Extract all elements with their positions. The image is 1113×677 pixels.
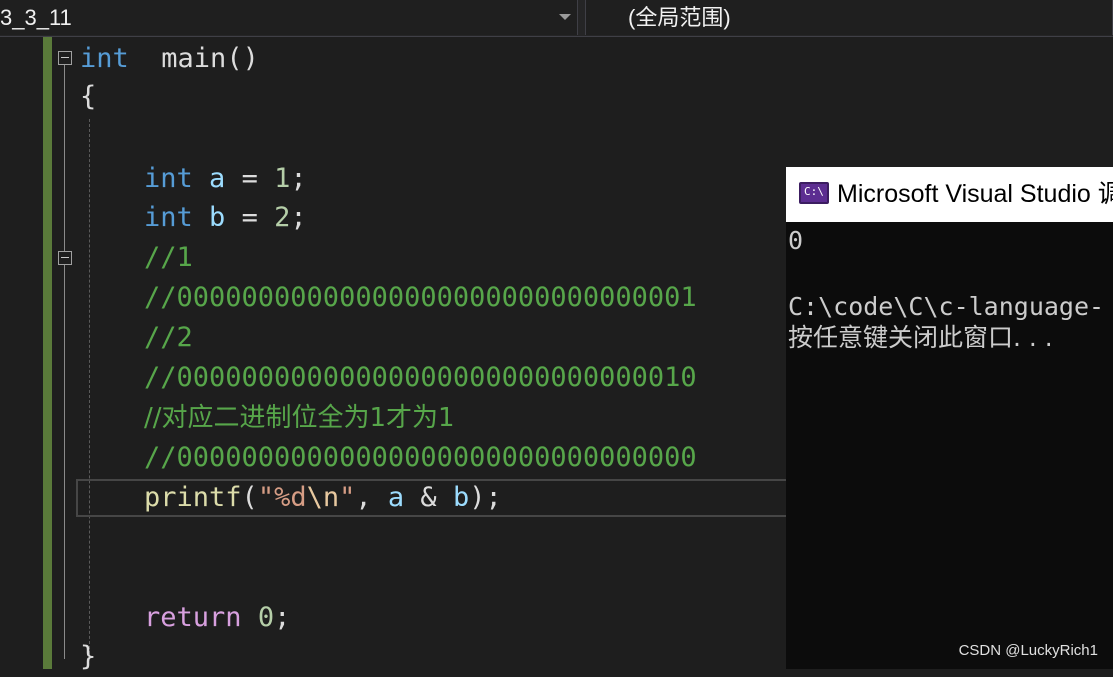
keyword: int (144, 202, 193, 233)
keyword: int (144, 163, 193, 194)
operator: & (404, 482, 453, 513)
variable: a (209, 163, 226, 194)
code-line[interactable]: } (80, 637, 96, 677)
console-app-icon (799, 182, 829, 204)
string: "%d (257, 482, 307, 513)
string: " (339, 482, 356, 513)
code-line[interactable]: int main() (80, 39, 259, 79)
code-line[interactable]: printf("%d\n", a & b); (144, 478, 502, 518)
comment-line[interactable]: //对应二进制位全为1才为1 (144, 398, 455, 438)
operator: = (225, 163, 275, 194)
chevron-down-icon[interactable] (559, 14, 571, 20)
console-title: Microsoft Visual Studio 调试控制台 (837, 180, 1113, 208)
keyword: int (80, 43, 129, 74)
punctuation: , (355, 482, 388, 513)
scope-dropdown[interactable]: (全局范围) (585, 0, 1113, 35)
collapse-icon[interactable] (58, 251, 72, 265)
project-dropdown[interactable]: 3_3_11 (0, 0, 578, 35)
number: 2 (274, 202, 291, 233)
comment-line[interactable]: //00000000000000000000000000000000 (144, 438, 697, 478)
operator: = (225, 202, 275, 233)
console-output-line: C:\code\C\c-language- (788, 292, 1105, 321)
code-line[interactable]: { (80, 77, 96, 117)
code-line[interactable]: return 0; (144, 598, 290, 638)
escape-sequence: \n (306, 482, 340, 513)
function-name: printf (144, 482, 242, 513)
punctuation: ; (290, 163, 307, 194)
change-tracking-bar (43, 37, 52, 669)
punctuation: ; (290, 202, 307, 233)
console-output-line: 按任意键关闭此窗口. . . (788, 323, 1053, 352)
navigation-bar: 3_3_11 (全局范围) (0, 0, 1113, 37)
comment-line[interactable]: //2 (144, 318, 193, 358)
keyword: return (144, 602, 242, 633)
variable: b (209, 202, 226, 233)
watermark: CSDN @LuckyRich1 (958, 642, 1098, 659)
punctuation: ; (274, 602, 291, 633)
fold-guide (64, 265, 65, 475)
collapse-icon[interactable] (58, 51, 72, 65)
variable: b (452, 482, 470, 513)
line-number-gutter (0, 37, 42, 669)
brace: } (80, 641, 97, 672)
punctuation: ); (469, 482, 502, 513)
code-line[interactable]: int a = 1; (144, 159, 307, 199)
number: 1 (274, 163, 291, 194)
console-output-line: 0 (788, 226, 804, 255)
code-line[interactable]: int b = 2; (144, 198, 307, 238)
console-titlebar[interactable]: Microsoft Visual Studio 调试控制台 (786, 167, 1113, 222)
code-text: main() (128, 43, 259, 74)
variable: a (387, 482, 405, 513)
brace: { (80, 81, 97, 112)
comment-line[interactable]: //00000000000000000000000000000010 (144, 358, 697, 398)
scope-dropdown-label: (全局范围) (628, 5, 731, 30)
punctuation: ( (241, 482, 258, 513)
indent-guide (89, 119, 90, 659)
project-dropdown-label: 3_3_11 (0, 5, 72, 30)
debug-console-window[interactable]: Microsoft Visual Studio 调试控制台 0 C:\code\… (786, 167, 1113, 669)
number: 0 (257, 602, 275, 633)
comment-line[interactable]: //00000000000000000000000000000001 (144, 278, 697, 318)
comment-line[interactable]: //1 (144, 238, 193, 278)
